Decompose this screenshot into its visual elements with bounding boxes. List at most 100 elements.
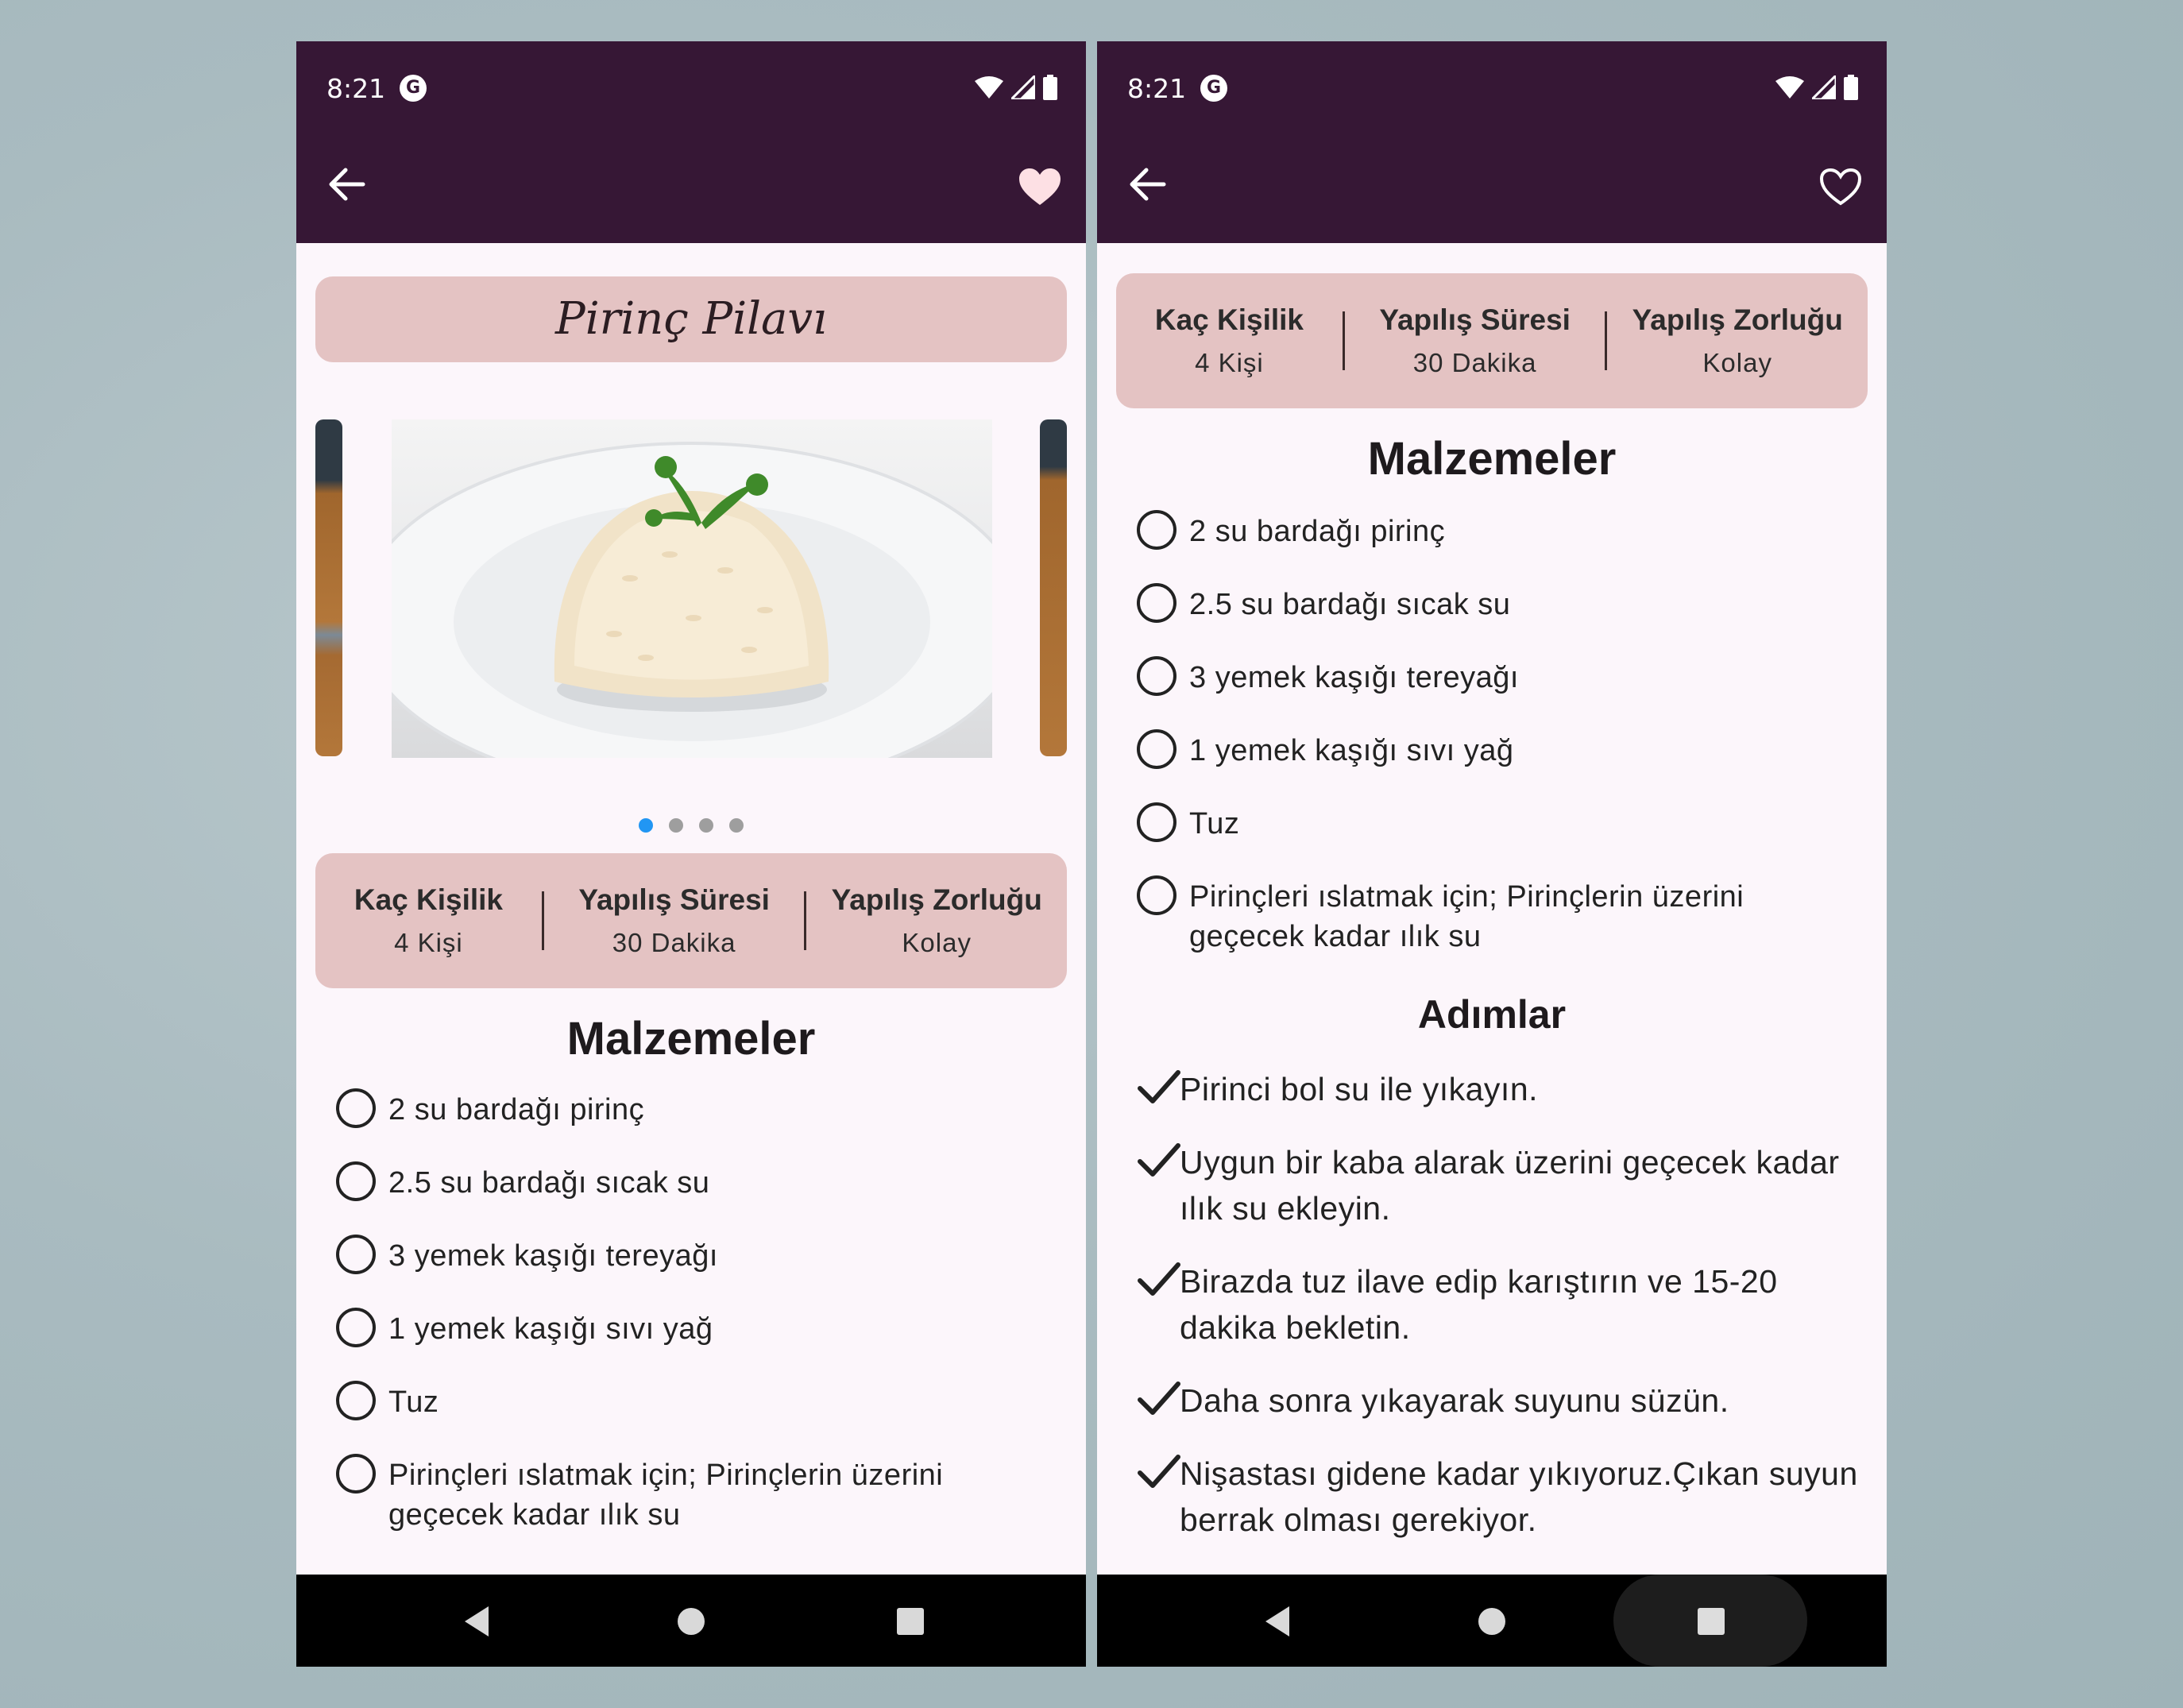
info-value: 4 Kişi <box>1195 348 1264 377</box>
ingredient-text: 2.5 su bardağı sıcak su <box>388 1166 710 1200</box>
ingredients-list: 2 su bardağı pirinç 2.5 su bardağı sıcak… <box>1137 510 1852 964</box>
ingredient-text: Tuz <box>1189 807 1240 840</box>
info-value: Kolay <box>1702 348 1772 377</box>
home-circle-icon[interactable] <box>1472 1602 1512 1641</box>
ingredient-text: Pirinçleri ıslatmak için; Pirinçlerin üz… <box>388 1459 944 1532</box>
step-text: Daha sonra yıkayarak suyunu süzün. <box>1180 1382 1729 1419</box>
app-g-icon: G <box>1200 75 1227 102</box>
signal-icon <box>1812 75 1836 99</box>
checkmark-icon <box>1138 1262 1180 1296</box>
checkmark-icon <box>1138 1070 1180 1103</box>
info-value: 30 Dakika <box>612 928 736 957</box>
recents-square-icon[interactable] <box>1691 1602 1731 1641</box>
info-servings: Kaç Kişilik 4 Kişi <box>1116 273 1343 408</box>
ingredient-item[interactable]: 3 yemek kaşığı tereyağı <box>336 1235 1051 1309</box>
ingredient-item[interactable]: Pirinçleri ıslatmak için; Pirinçlerin üz… <box>1137 875 1852 964</box>
system-nav-bar <box>1097 1575 1887 1667</box>
recipe-title-card: Pirinç Pilavı <box>315 276 1067 362</box>
ingredient-item[interactable]: Pirinçleri ıslatmak için; Pirinçlerin üz… <box>336 1454 1051 1543</box>
carousel-next-image[interactable] <box>1040 419 1067 756</box>
checkbox-circle-icon[interactable] <box>1137 729 1177 769</box>
status-time: 8:21 <box>326 73 386 104</box>
step-text: Birazda tuz ilave edip karıştırın ve 15-… <box>1180 1263 1778 1346</box>
ingredient-item[interactable]: Tuz <box>1137 802 1852 877</box>
info-servings: Kaç Kişilik 4 Kişi <box>315 853 542 988</box>
recents-square-icon[interactable] <box>891 1602 930 1641</box>
info-value: Kolay <box>902 928 972 957</box>
info-difficulty: Yapılış Zorluğu Kolay <box>1607 273 1868 408</box>
ingredient-item[interactable]: 1 yemek kaşığı sıvı yağ <box>1137 729 1852 804</box>
checkbox-circle-icon[interactable] <box>1137 583 1177 623</box>
heart-filled-icon[interactable] <box>1018 167 1062 207</box>
carousel-prev-image[interactable] <box>315 419 342 756</box>
checkmark-icon <box>1138 1455 1180 1488</box>
checkbox-circle-icon[interactable] <box>336 1454 376 1494</box>
checkbox-circle-icon[interactable] <box>1137 875 1177 915</box>
checkbox-circle-icon[interactable] <box>336 1381 376 1420</box>
ingredient-text: Tuz <box>388 1385 439 1419</box>
ingredient-item[interactable]: 2 su bardağı pirinç <box>1137 510 1852 585</box>
status-icons <box>1775 75 1858 100</box>
info-difficulty: Yapılış Zorluğu Kolay <box>806 853 1067 988</box>
steps-title: Adımlar <box>1417 992 1567 1037</box>
ingredients-title: Malzemeler <box>566 1013 816 1065</box>
checkbox-circle-icon[interactable] <box>1137 802 1177 842</box>
heart-outline-icon[interactable] <box>1818 167 1863 207</box>
checkmark-icon <box>1138 1143 1180 1177</box>
info-value: 4 Kişi <box>394 928 463 957</box>
carousel-indicator <box>296 818 1086 833</box>
info-label: Yapılış Zorluğu <box>831 883 1042 916</box>
phone-screen-right: 8:21 G Kaç Kişilik 4 Kişi Yapılış Süresi… <box>1097 41 1887 1667</box>
info-label: Yapılış Süresi <box>1379 303 1571 336</box>
carousel-dot[interactable] <box>699 818 713 833</box>
checkbox-circle-icon[interactable] <box>336 1161 376 1201</box>
ingredient-item[interactable]: 3 yemek kaşığı tereyağı <box>1137 656 1852 731</box>
ingredient-item[interactable]: 1 yemek kaşığı sıvı yağ <box>336 1308 1051 1382</box>
battery-icon <box>1043 75 1057 100</box>
checkmark-icon <box>1138 1381 1180 1415</box>
checkbox-circle-icon[interactable] <box>336 1235 376 1274</box>
info-duration: Yapılış Süresi 30 Dakika <box>1345 273 1605 408</box>
step-item: Nişastası gidene kadar yıkıyoruz.Çıkan s… <box>1137 1451 1868 1543</box>
ingredients-list: 2 su bardağı pirinç 2.5 su bardağı sıcak… <box>336 1088 1051 1543</box>
carousel-dot[interactable] <box>639 818 653 833</box>
step-item: Uygun bir kaba alarak üzerini geçecek ka… <box>1137 1139 1868 1231</box>
ingredient-item[interactable]: Tuz <box>336 1381 1051 1455</box>
back-triangle-icon[interactable] <box>1258 1602 1297 1641</box>
home-circle-icon[interactable] <box>671 1602 711 1641</box>
recipe-info-card: Kaç Kişilik 4 Kişi Yapılış Süresi 30 Dak… <box>315 853 1067 988</box>
checkbox-circle-icon[interactable] <box>336 1088 376 1128</box>
back-triangle-icon[interactable] <box>457 1602 496 1641</box>
wifi-icon <box>1775 76 1804 99</box>
carousel-dot[interactable] <box>669 818 683 833</box>
info-label: Kaç Kişilik <box>354 883 503 916</box>
step-item: Daha sonra yıkayarak suyunu süzün. <box>1137 1378 1868 1424</box>
ingredient-text: Pirinçleri ıslatmak için; Pirinçlerin üz… <box>1189 880 1744 953</box>
carousel-dot[interactable] <box>729 818 744 833</box>
ingredient-item[interactable]: 2.5 su bardağı sıcak su <box>336 1161 1051 1236</box>
app-g-icon: G <box>400 75 427 102</box>
ingredient-item[interactable]: 2 su bardağı pirinç <box>336 1088 1051 1163</box>
recipe-info-card: Kaç Kişilik 4 Kişi Yapılış Süresi 30 Dak… <box>1116 273 1868 408</box>
checkbox-circle-icon[interactable] <box>1137 510 1177 550</box>
system-nav-bar <box>296 1575 1086 1667</box>
ingredient-text: 2.5 su bardağı sıcak su <box>1189 588 1511 621</box>
checkbox-circle-icon[interactable] <box>336 1308 376 1347</box>
step-item: Birazda tuz ilave edip karıştırın ve 15-… <box>1137 1258 1868 1351</box>
arrow-left-icon[interactable] <box>1127 167 1167 202</box>
ingredient-text: 1 yemek kaşığı sıvı yağ <box>388 1312 713 1346</box>
checkbox-circle-icon[interactable] <box>1137 656 1177 696</box>
ingredients-title: Malzemeler <box>1367 433 1617 485</box>
battery-icon <box>1844 75 1858 100</box>
info-label: Yapılış Zorluğu <box>1632 303 1843 336</box>
arrow-left-icon[interactable] <box>326 167 366 202</box>
ingredient-text: 1 yemek kaşığı sıvı yağ <box>1189 734 1514 767</box>
signal-icon <box>1011 75 1035 99</box>
steps-list: Pirinci bol su ile yıkayın. Uygun bir ka… <box>1137 1066 1868 1543</box>
app-bar: 8:21 G <box>296 41 1086 243</box>
step-item: Pirinci bol su ile yıkayın. <box>1137 1066 1868 1112</box>
ingredient-item[interactable]: 2.5 su bardağı sıcak su <box>1137 583 1852 658</box>
recipe-title: Pirinç Pilavı <box>555 293 827 345</box>
ingredient-text: 3 yemek kaşığı tereyağı <box>1189 661 1519 694</box>
recipe-image[interactable] <box>392 419 992 758</box>
